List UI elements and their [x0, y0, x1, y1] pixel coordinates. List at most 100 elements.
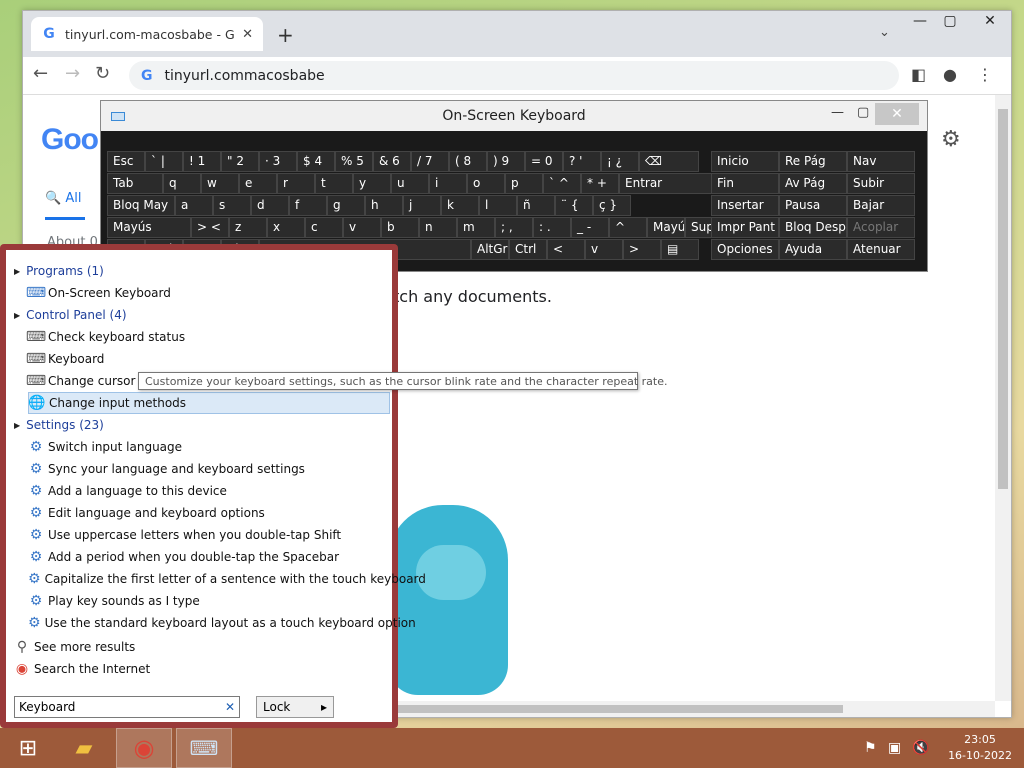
tab-all[interactable]: 🔍 All	[45, 191, 81, 206]
osk-key[interactable]: e	[239, 173, 277, 194]
osk-key[interactable]: Tab	[107, 173, 163, 194]
osk-key[interactable]: ` |	[145, 151, 183, 172]
minimize-button[interactable]: —	[905, 13, 935, 29]
osk-key[interactable]: <	[547, 239, 585, 260]
osk-nav-key[interactable]: Fin	[711, 173, 779, 194]
group-control-panel[interactable]: ▶ Control Panel (4)	[14, 308, 127, 322]
result-setting[interactable]: ⚙ Capitalize the first letter of a senten…	[28, 568, 426, 590]
osk-minimize-button[interactable]: —	[831, 105, 844, 120]
osk-key[interactable]: ? '	[563, 151, 601, 172]
osk-key[interactable]: a	[175, 195, 213, 216]
osk-nav-key[interactable]: Ayuda	[779, 239, 847, 260]
vertical-scrollbar[interactable]	[995, 95, 1011, 701]
maximize-button[interactable]: ▢	[935, 13, 965, 29]
osk-key[interactable]: * +	[581, 173, 619, 194]
settings-gear-icon[interactable]: ⚙	[941, 127, 961, 152]
close-window-button[interactable]: ✕	[975, 13, 1005, 29]
osk-key[interactable]: ^	[609, 217, 647, 238]
result-setting[interactable]: ⚙ Add a language to this device	[28, 480, 390, 502]
osk-key[interactable]: c	[305, 217, 343, 238]
search-input[interactable]: Keyboard ✕	[14, 696, 240, 718]
osk-key[interactable]: % 5	[335, 151, 373, 172]
tab-close-icon[interactable]: ✕	[242, 27, 253, 42]
osk-key[interactable]: k	[441, 195, 479, 216]
osk-close-button[interactable]: ✕	[875, 103, 919, 125]
taskbar-file-explorer[interactable]: ▰	[56, 728, 112, 768]
osk-nav-key[interactable]: Subir	[847, 173, 915, 194]
osk-key[interactable]: ` ^	[543, 173, 581, 194]
osk-key[interactable]: Bloq May	[107, 195, 175, 216]
see-more-results[interactable]: ⚲ See more results	[14, 636, 376, 658]
result-setting[interactable]: ⚙ Use uppercase letters when you double-t…	[28, 524, 390, 546]
side-panel-icon[interactable]: ◧	[911, 65, 926, 84]
profile-avatar-icon[interactable]: ●	[943, 65, 957, 84]
osk-nav-key[interactable]: Re Pág	[779, 151, 847, 172]
result-setting[interactable]: ⚙ Add a period when you double-tap the Sp…	[28, 546, 390, 568]
osk-key[interactable]: g	[327, 195, 365, 216]
osk-nav-key[interactable]: Impr Pant	[711, 217, 779, 238]
group-programs[interactable]: ▶ Programs (1)	[14, 264, 104, 278]
osk-key[interactable]: v	[585, 239, 623, 260]
osk-key[interactable]: & 6	[373, 151, 411, 172]
osk-key[interactable]: >	[623, 239, 661, 260]
osk-key[interactable]: ( 8	[449, 151, 487, 172]
result-keyboard[interactable]: ⌨ Keyboard	[26, 348, 390, 370]
osk-key[interactable]: ▤	[661, 239, 699, 260]
taskbar-chrome[interactable]: ◉	[116, 728, 172, 768]
result-on-screen-keyboard[interactable]: ⌨ On-Screen Keyboard	[26, 282, 390, 304]
osk-key[interactable]: > <	[191, 217, 229, 238]
osk-key[interactable]: t	[315, 173, 353, 194]
osk-nav-key[interactable]: Atenuar	[847, 239, 915, 260]
osk-key[interactable]: n	[419, 217, 457, 238]
osk-key[interactable]: h	[365, 195, 403, 216]
taskbar-osk[interactable]: ⌨	[176, 728, 232, 768]
osk-key[interactable]: p	[505, 173, 543, 194]
osk-key[interactable]: x	[267, 217, 305, 238]
osk-key[interactable]: / 7	[411, 151, 449, 172]
osk-key[interactable]: AltGr	[471, 239, 509, 260]
address-bar[interactable]: G tinyurl.commacosbabe	[129, 61, 899, 90]
osk-key[interactable]: · 3	[259, 151, 297, 172]
osk-key[interactable]: _ -	[571, 217, 609, 238]
result-change-input-methods[interactable]: 🌐 Change input methods	[28, 392, 390, 414]
result-setting[interactable]: ⚙ Switch input language	[28, 436, 390, 458]
osk-nav-key[interactable]: Insertar	[711, 195, 779, 216]
osk-key[interactable]: $ 4	[297, 151, 335, 172]
osk-key[interactable]: ñ	[517, 195, 555, 216]
osk-key[interactable]: m	[457, 217, 495, 238]
osk-key[interactable]: ç }	[593, 195, 631, 216]
osk-key[interactable]: v	[343, 217, 381, 238]
chevron-right-icon[interactable]: ▸	[321, 700, 327, 714]
osk-key[interactable]: i	[429, 173, 467, 194]
osk-key[interactable]: f	[289, 195, 327, 216]
result-setting[interactable]: ⚙ Sync your language and keyboard setting…	[28, 458, 390, 480]
flag-icon[interactable]: ⚑	[864, 740, 877, 756]
osk-key[interactable]: l	[479, 195, 517, 216]
osk-nav-key[interactable]: Bajar	[847, 195, 915, 216]
osk-key[interactable]: u	[391, 173, 429, 194]
osk-nav-key[interactable]: Bloq Despl	[779, 217, 847, 238]
osk-key[interactable]: ! 1	[183, 151, 221, 172]
osk-key[interactable]: ¨ {	[555, 195, 593, 216]
volume-muted-icon[interactable]: 🔇	[912, 740, 929, 756]
osk-key[interactable]: z	[229, 217, 267, 238]
osk-key[interactable]: ⌫	[639, 151, 699, 172]
osk-key[interactable]: Ctrl	[509, 239, 547, 260]
osk-key[interactable]: r	[277, 173, 315, 194]
osk-key[interactable]: ; ,	[495, 217, 533, 238]
osk-key[interactable]: j	[403, 195, 441, 216]
osk-key[interactable]: : .	[533, 217, 571, 238]
result-check-keyboard-status[interactable]: ⌨ Check keyboard status	[26, 326, 390, 348]
osk-nav-key[interactable]: Pausa	[779, 195, 847, 216]
lock-button[interactable]: Lock ▸	[256, 696, 334, 718]
osk-key[interactable]: Entrar	[619, 173, 717, 194]
osk-key[interactable]: q	[163, 173, 201, 194]
reload-icon[interactable]: ↻	[95, 63, 110, 84]
osk-key[interactable]: s	[213, 195, 251, 216]
menu-dots-icon[interactable]: ⋮	[977, 65, 993, 84]
result-setting[interactable]: ⚙ Play key sounds as I type	[28, 590, 390, 612]
osk-key[interactable]: w	[201, 173, 239, 194]
osk-key[interactable]: = 0	[525, 151, 563, 172]
osk-key[interactable]: o	[467, 173, 505, 194]
osk-key[interactable]: Mayús	[107, 217, 191, 238]
